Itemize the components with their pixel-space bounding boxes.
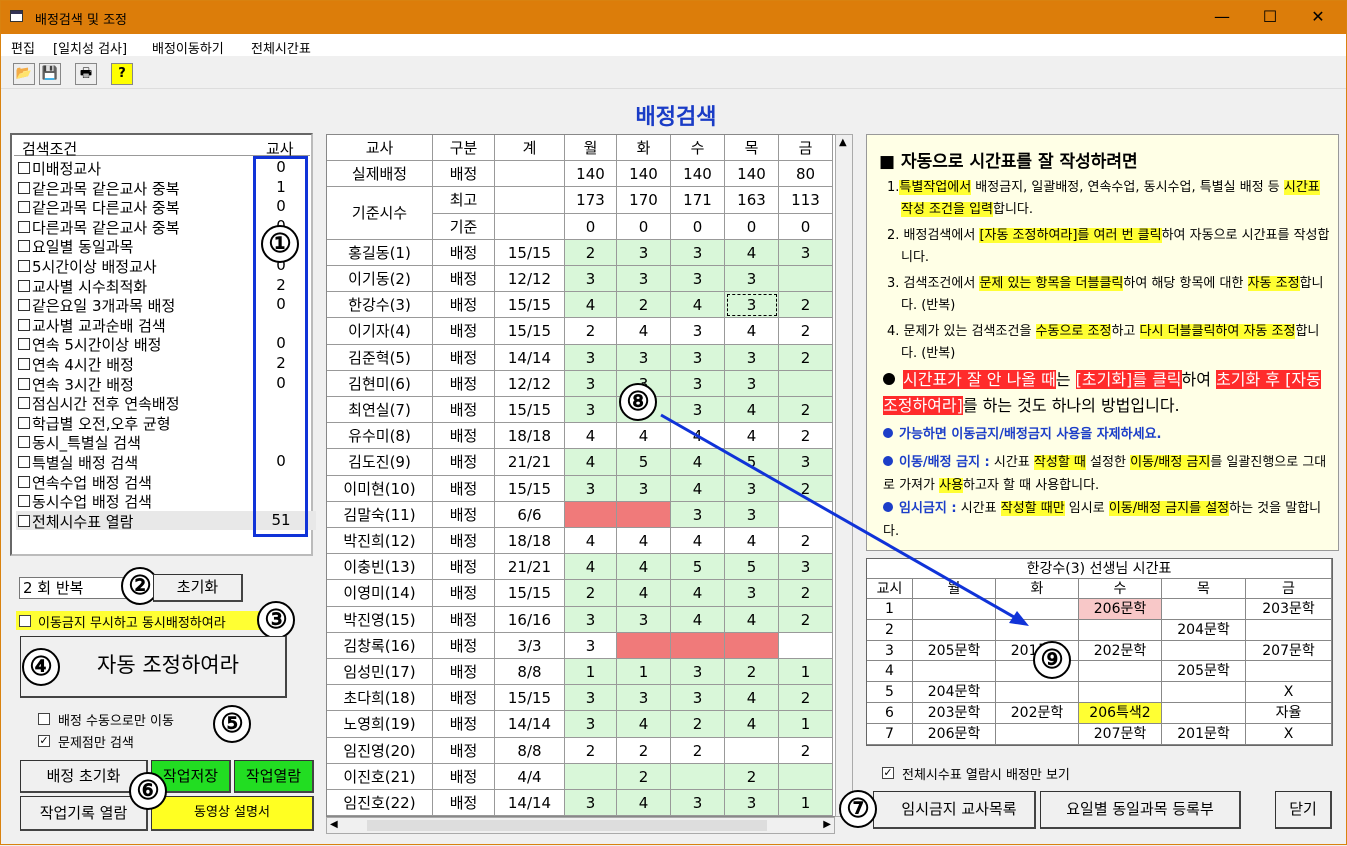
close-button[interactable]: 닫기: [1275, 791, 1332, 829]
temp-ban-button[interactable]: 임시금지 교사목록: [873, 791, 1036, 829]
arrow-line: [660, 413, 1022, 623]
view-full-only-label: 전체시수표 열람시 배정만 보기: [902, 768, 1070, 783]
app-window: 배정검색 및 조정 — ☐ ✕ 편집 [일치성 검사] 배정이동하기 전체시간표…: [0, 0, 1347, 845]
weekday-register-button[interactable]: 요일별 동일과목 등록부: [1040, 791, 1241, 829]
callout-7: ⑦: [839, 790, 877, 828]
arrow-head: [1009, 611, 1029, 626]
view-full-only-checkbox[interactable]: ✓: [882, 767, 894, 779]
arrow-overlay: [660, 413, 1029, 626]
